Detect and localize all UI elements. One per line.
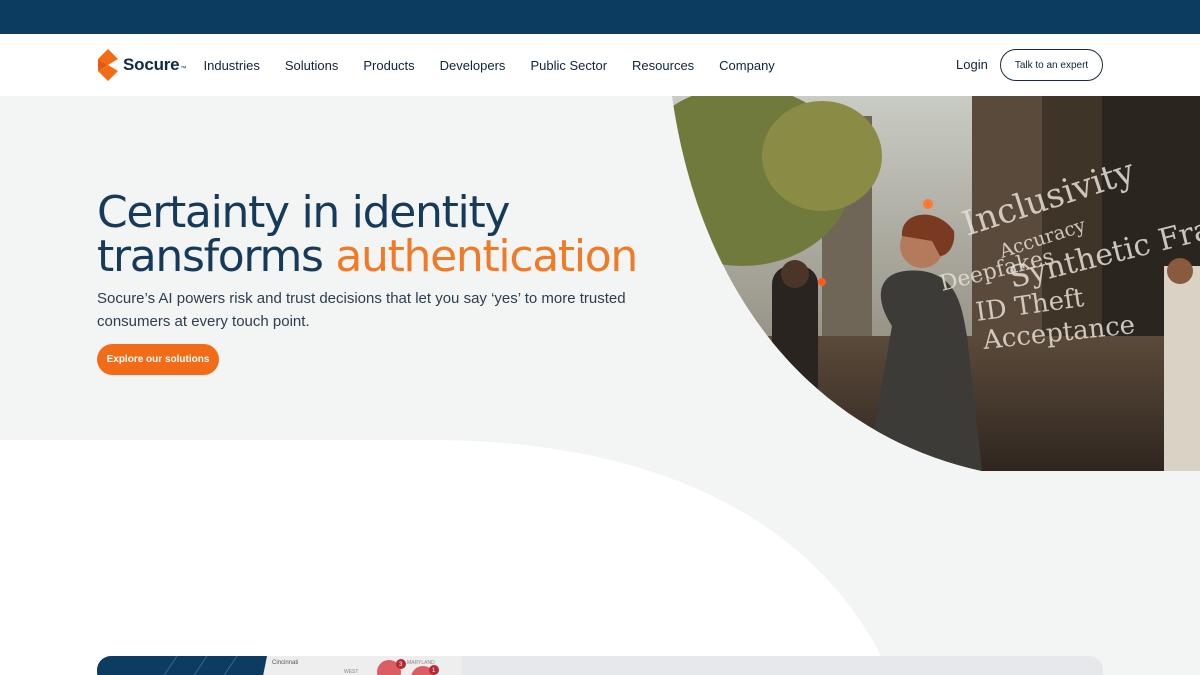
main-navigation: Socure ™ Industries Solutions Products D… bbox=[0, 34, 1200, 96]
brand-name: Socure bbox=[123, 55, 180, 74]
headline-accent-word: authentication bbox=[335, 231, 638, 282]
hero-subtext: Socure’s AI powers risk and trust decisi… bbox=[97, 290, 626, 330]
login-link[interactable]: Login bbox=[956, 57, 988, 72]
nav-developers[interactable]: Developers bbox=[440, 58, 506, 73]
trademark-symbol: ™ bbox=[180, 66, 187, 72]
explore-solutions-button[interactable]: Explore our solutions bbox=[97, 344, 219, 375]
socure-logo-icon bbox=[98, 49, 118, 81]
nav-industries[interactable]: Industries bbox=[204, 58, 260, 73]
hero-street-photo: Inclusivity Accuracy Deepfakes Synthetic… bbox=[672, 96, 1200, 471]
headline-line-2-prefix: transforms bbox=[97, 231, 336, 282]
nav-solutions[interactable]: Solutions bbox=[285, 58, 338, 73]
nav-public-sector[interactable]: Public Sector bbox=[530, 58, 607, 73]
nav-company[interactable]: Company bbox=[719, 58, 775, 73]
map-label-maryland: MARYLAND bbox=[407, 660, 435, 666]
map-label-west: WEST bbox=[344, 669, 358, 675]
hero-section: Inclusivity Accuracy Deepfakes Synthetic… bbox=[0, 96, 1200, 675]
nav-products[interactable]: Products bbox=[363, 58, 414, 73]
map-preview-card[interactable]: Cincinnati WEST MARYLAND 3 1 bbox=[97, 656, 1103, 675]
nav-resources[interactable]: Resources bbox=[632, 58, 694, 73]
talk-to-expert-button[interactable]: Talk to an expert bbox=[1000, 49, 1103, 81]
map-preview-graphic: Cincinnati WEST MARYLAND 3 1 bbox=[97, 656, 462, 675]
socure-logo[interactable]: Socure ™ bbox=[96, 49, 186, 81]
primary-nav: Industries Solutions Products Developers… bbox=[191, 34, 787, 96]
hero-headline: Certainty in identity transforms authent… bbox=[97, 191, 657, 279]
announcement-bar bbox=[0, 0, 1200, 34]
map-label-cincinnati: Cincinnati bbox=[272, 660, 298, 666]
